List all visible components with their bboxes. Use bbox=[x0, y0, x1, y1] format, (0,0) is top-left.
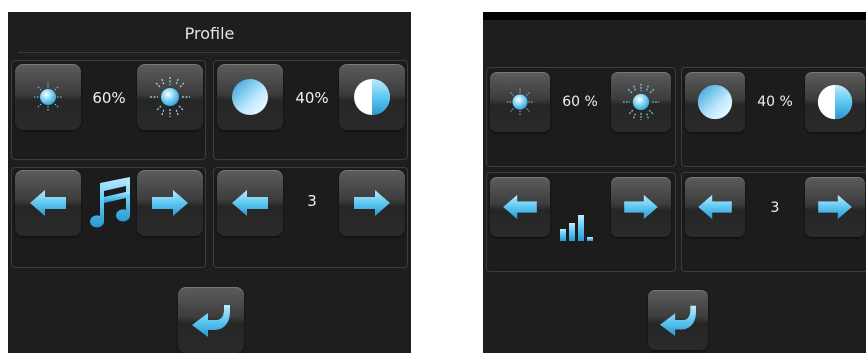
arrow-left-icon bbox=[503, 194, 537, 220]
page-next-button[interactable] bbox=[339, 170, 405, 236]
arrow-right-icon bbox=[152, 190, 188, 216]
arrow-left-icon bbox=[30, 190, 66, 216]
page-next-button[interactable] bbox=[805, 177, 865, 237]
volume-bars-icon bbox=[550, 207, 610, 247]
page-value: 3 bbox=[770, 200, 780, 216]
contrast-value: 40 % bbox=[757, 94, 793, 110]
profile-screen-left: Profile 60% 40% 3 bbox=[8, 12, 411, 353]
back-button[interactable] bbox=[648, 290, 708, 350]
page-title: Profile bbox=[184, 24, 235, 43]
sun-small-icon bbox=[34, 83, 62, 111]
volume-next-button[interactable] bbox=[611, 177, 671, 237]
brightness-decrease-button[interactable] bbox=[490, 72, 550, 132]
brightness-increase-button[interactable] bbox=[137, 64, 203, 130]
page-prev-button[interactable] bbox=[685, 177, 745, 237]
contrast-decrease-button[interactable] bbox=[217, 64, 283, 130]
arrow-right-icon bbox=[354, 190, 390, 216]
sound-next-button[interactable] bbox=[137, 170, 203, 236]
profile-screen-right: 60 % 40 % 3 bbox=[483, 12, 866, 353]
contrast-increase-button[interactable] bbox=[805, 72, 865, 132]
back-button[interactable] bbox=[178, 287, 244, 353]
sun-large-icon bbox=[622, 83, 660, 121]
circle-half-icon bbox=[817, 84, 853, 120]
brightness-value: 60 % bbox=[562, 94, 598, 110]
contrast-increase-button[interactable] bbox=[339, 64, 405, 130]
music-note-icon bbox=[80, 172, 138, 234]
page-prev-button[interactable] bbox=[217, 170, 283, 236]
arrow-left-icon bbox=[232, 190, 268, 216]
contrast-value: 40% bbox=[295, 89, 329, 107]
arrow-right-icon bbox=[624, 194, 658, 220]
page-value: 3 bbox=[307, 192, 317, 210]
title-divider bbox=[18, 52, 401, 53]
top-bar bbox=[483, 12, 866, 20]
circle-half-icon bbox=[354, 79, 390, 115]
arrow-right-icon bbox=[818, 194, 852, 220]
return-arrow-icon bbox=[660, 305, 696, 337]
brightness-increase-button[interactable] bbox=[611, 72, 671, 132]
return-arrow-icon bbox=[192, 305, 230, 337]
volume-prev-button[interactable] bbox=[490, 177, 550, 237]
arrow-left-icon bbox=[698, 194, 732, 220]
sun-small-icon bbox=[506, 88, 534, 116]
contrast-decrease-button[interactable] bbox=[685, 72, 745, 132]
circle-full-icon bbox=[232, 79, 268, 115]
brightness-value: 60% bbox=[92, 89, 126, 107]
sun-large-icon bbox=[150, 77, 190, 117]
brightness-decrease-button[interactable] bbox=[15, 64, 81, 130]
sound-prev-button[interactable] bbox=[15, 170, 81, 236]
circle-full-icon bbox=[697, 84, 733, 120]
